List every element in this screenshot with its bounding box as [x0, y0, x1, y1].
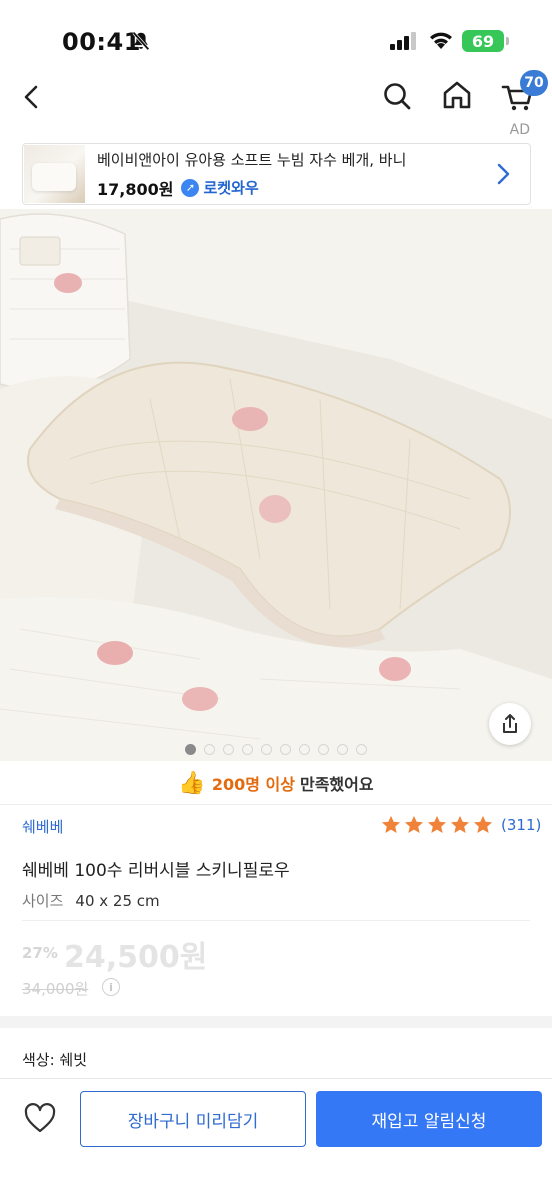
star-icon — [381, 815, 401, 833]
gallery-dot[interactable] — [242, 744, 253, 755]
ad-title: 베이비앤아이 유아용 소프트 누빔 자수 베개, 바니 — [97, 150, 407, 169]
share-icon — [503, 714, 517, 733]
bottom-action-bar: 장바구니 미리담기 재입고 알림신청 — [0, 1079, 552, 1200]
status-bar: 00:41 69 — [0, 0, 552, 80]
back-arrow-icon[interactable] — [18, 82, 48, 112]
size-value: 40 x 25 cm — [75, 892, 160, 910]
satisfaction-text: 만족했어요 — [299, 775, 374, 794]
chevron-right-icon[interactable] — [490, 161, 516, 187]
info-icon[interactable]: i — [102, 978, 120, 996]
ad-banner[interactable]: 베이비앤아이 유아용 소프트 누빔 자수 베개, 바니 17,800원 ➚ 로켓… — [22, 143, 531, 205]
product-name: 쉐베베 100수 리버시블 스키니필로우 — [22, 861, 290, 881]
add-to-cart-button[interactable]: 장바구니 미리담기 — [80, 1091, 306, 1147]
wifi-icon — [430, 32, 452, 49]
rocket-icon: ➚ — [181, 178, 200, 197]
cart-count-badge: 70 — [520, 70, 548, 96]
home-icon[interactable] — [440, 78, 474, 112]
battery-level: 69 — [471, 31, 495, 51]
gallery-dot[interactable] — [299, 744, 310, 755]
battery-tip — [506, 37, 509, 45]
rocket-label: 로켓와우 — [203, 179, 259, 197]
brand-link[interactable]: 쉐베베 — [22, 816, 63, 837]
star-icon — [450, 815, 470, 833]
thumbs-up-icon: 👍 — [178, 770, 206, 796]
heart-icon[interactable] — [22, 1101, 58, 1137]
search-icon[interactable] — [381, 80, 413, 112]
gallery-pagination — [0, 744, 552, 756]
star-icon — [473, 815, 493, 833]
battery-indicator: 69 — [462, 30, 504, 52]
satisfaction-line: 👍 200명 이상 만족했어요 — [0, 766, 552, 800]
divider — [22, 920, 530, 921]
gallery-dot[interactable] — [318, 744, 329, 755]
top-nav: 70 — [0, 70, 552, 122]
size-option: 사이즈 40 x 25 cm — [22, 890, 160, 911]
gallery-dot[interactable] — [223, 744, 234, 755]
gallery-dot[interactable] — [185, 744, 196, 755]
color-option[interactable]: 색상: 쉐빗 — [22, 1049, 87, 1070]
original-price: 34,000원 — [22, 980, 89, 998]
ad-price-row: 17,800원 ➚ 로켓와우 — [97, 176, 490, 200]
ad-price: 17,800원 — [97, 179, 174, 199]
ad-label: AD — [509, 122, 530, 138]
gallery-dot[interactable] — [337, 744, 348, 755]
gallery-dot[interactable] — [280, 744, 291, 755]
share-button[interactable] — [489, 703, 531, 745]
review-count[interactable]: (311) — [501, 816, 541, 834]
section-separator — [0, 1016, 552, 1028]
rocket-badge: ➚ 로켓와우 — [181, 177, 259, 198]
star-icon — [427, 815, 447, 833]
gallery-dot[interactable] — [356, 744, 367, 755]
product-photo — [0, 209, 552, 761]
sale-price: 24,500원 — [64, 940, 208, 975]
ad-text: 베이비앤아이 유아용 소프트 누빔 자수 베개, 바니 17,800원 ➚ 로켓… — [97, 149, 490, 200]
rating-stars[interactable]: (311) — [380, 814, 541, 836]
ad-thumbnail — [24, 145, 85, 203]
restock-notify-button[interactable]: 재입고 알림신청 — [316, 1091, 542, 1147]
size-label: 사이즈 — [22, 892, 64, 910]
gallery-dot[interactable] — [261, 744, 272, 755]
star-icon — [404, 815, 424, 833]
gallery-dot[interactable] — [204, 744, 215, 755]
discount-rate: 27% — [22, 944, 58, 962]
signal-icon — [390, 32, 416, 50]
satisfaction-count: 200명 이상 — [211, 775, 295, 794]
bell-muted-icon — [132, 31, 150, 51]
divider — [0, 804, 552, 805]
product-image[interactable] — [0, 209, 552, 761]
